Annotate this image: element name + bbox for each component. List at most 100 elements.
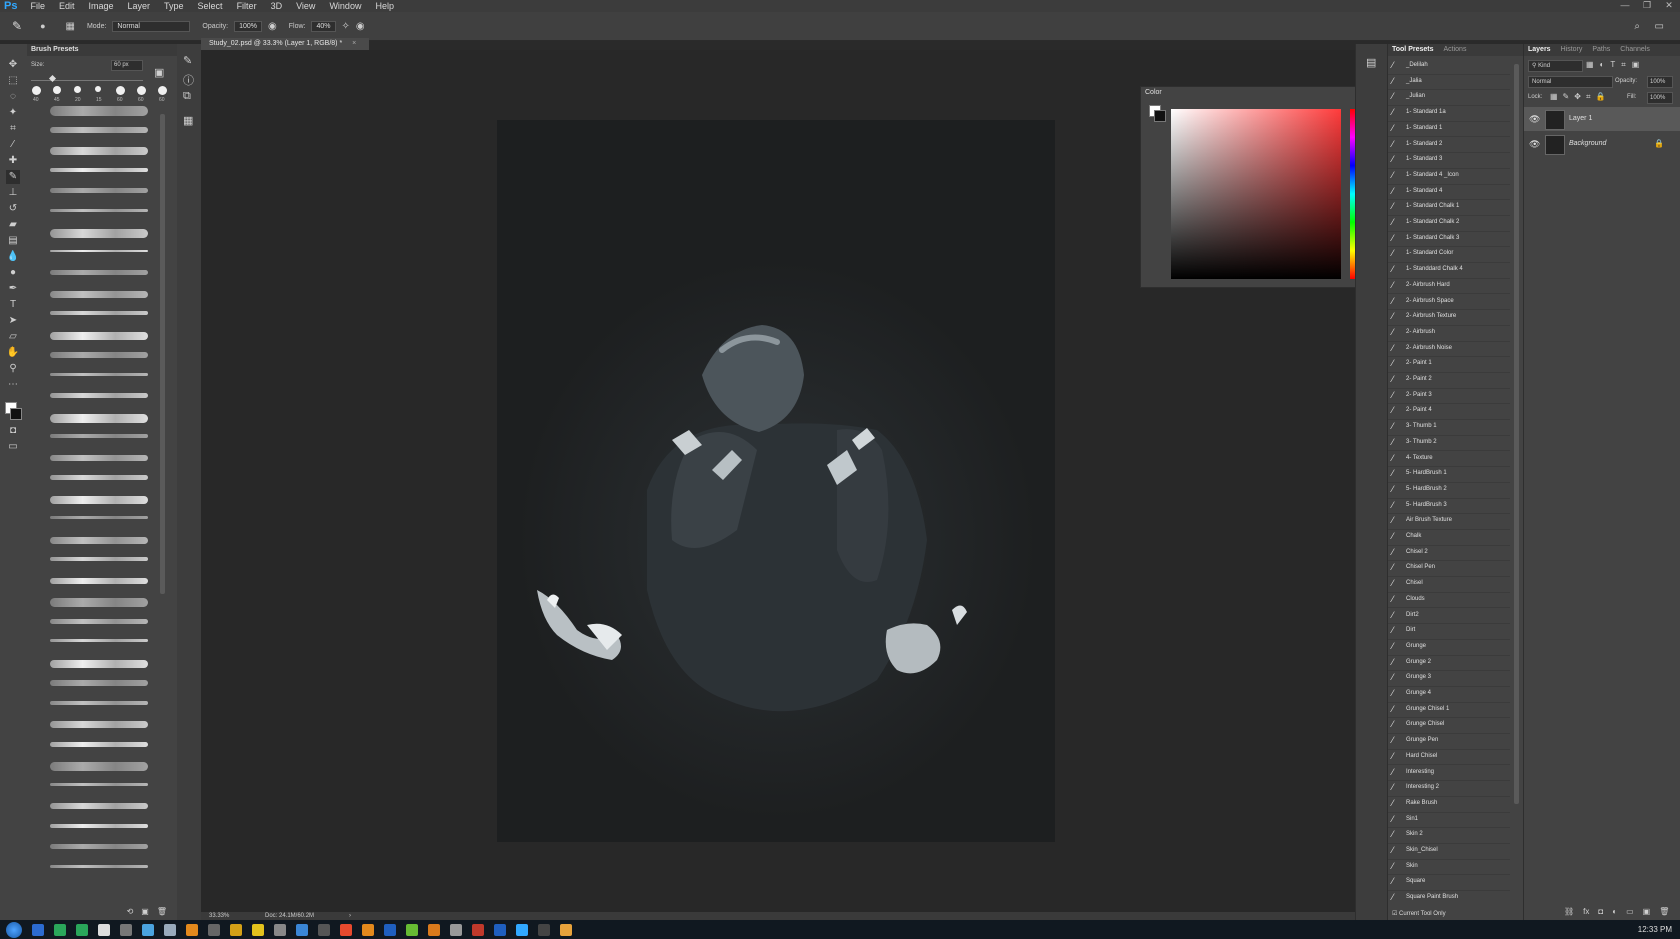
tool-preset-item[interactable]: ⁄ Grunge Pen <box>1388 733 1510 750</box>
taskbar-app-icon[interactable] <box>406 923 418 936</box>
brush-preset-stroke[interactable] <box>50 475 148 480</box>
tool-preset-item[interactable]: ⁄ 2- Airbrush Space <box>1388 294 1510 311</box>
workspace-icon[interactable]: ▭ <box>1655 21 1664 32</box>
brush-tool-icon[interactable]: ✎ <box>6 170 20 184</box>
tool-preset-item[interactable]: ⁄ Skin 2 <box>1388 827 1510 844</box>
status-arrow-icon[interactable]: › <box>349 912 351 920</box>
tool-preset-item[interactable]: ⁄ 2- Paint 3 <box>1388 388 1510 405</box>
tool-preset-item[interactable]: ⁄ Grunge <box>1388 639 1510 656</box>
tool-preset-item[interactable]: ⁄ Chisel 2 <box>1388 545 1510 562</box>
type-tool-icon[interactable]: T <box>6 298 20 312</box>
path-selection-tool-icon[interactable]: ➤ <box>6 314 20 328</box>
brush-tip-2[interactable] <box>74 86 81 93</box>
menu-type[interactable]: Type <box>157 1 191 11</box>
taskbar-app-icon[interactable] <box>384 923 396 936</box>
size-slider-track[interactable] <box>31 80 143 81</box>
taskbar-app-icon[interactable] <box>164 923 176 936</box>
tool-preset-item[interactable]: ⁄ Clouds <box>1388 592 1510 609</box>
layer-filter-icons[interactable]: ▦◐T⌗▣ <box>1586 60 1645 70</box>
delete-layer-icon[interactable]: 🗑 <box>1659 907 1669 916</box>
taskbar-app-icon[interactable] <box>54 923 66 936</box>
flow-input[interactable]: 40% <box>311 20 336 32</box>
start-button-icon[interactable] <box>6 921 22 938</box>
tool-preset-item[interactable]: ⁄ 1- Standard Chalk 1 <box>1388 199 1510 216</box>
menu-image[interactable]: Image <box>82 1 121 11</box>
clone-source-icon[interactable]: ⧉ <box>183 90 191 103</box>
tool-preset-item[interactable]: ⁄ Interesting <box>1388 765 1510 782</box>
tool-preset-item[interactable]: ⁄ _Jalia <box>1388 74 1510 91</box>
brush-preset-stroke[interactable] <box>50 762 148 771</box>
brush-preset-stroke[interactable] <box>50 270 148 275</box>
toggle-expanded-view-icon[interactable]: ⟲ <box>127 907 134 916</box>
brush-preset-stroke[interactable] <box>50 167 148 172</box>
blur-tool-icon[interactable]: 💧 <box>6 250 20 264</box>
brush-preset-stroke[interactable] <box>50 618 148 624</box>
layer-row-layer-1[interactable]: 👁 Layer 1 <box>1524 107 1680 131</box>
tool-preset-item[interactable]: ⁄ Grunge 3 <box>1388 670 1510 687</box>
restore-icon[interactable]: ❐ <box>1636 0 1658 11</box>
taskbar-app-icon[interactable] <box>32 923 44 936</box>
brush-tip-1[interactable] <box>53 86 61 94</box>
blend-mode-select[interactable]: Normal <box>1528 76 1613 88</box>
brush-preset-stroke[interactable] <box>50 577 148 584</box>
info-icon[interactable]: ⓘ <box>183 72 194 88</box>
link-layers-icon[interactable]: ⛓ <box>1564 907 1574 916</box>
taskbar-app-icon[interactable] <box>538 923 550 936</box>
menu-help[interactable]: Help <box>368 1 401 11</box>
tool-preset-item[interactable]: ⁄ 1- Standard 2 <box>1388 137 1510 154</box>
tool-preset-item[interactable]: ⁄ Grunge Chisel 1 <box>1388 702 1510 719</box>
brush-preset-stroke[interactable] <box>50 352 148 358</box>
eyedropper-tool-icon[interactable]: ⁄ <box>6 138 20 152</box>
tool-preset-item[interactable]: ⁄ 2- Paint 2 <box>1388 372 1510 389</box>
taskbar-app-icon[interactable] <box>318 923 330 936</box>
visibility-eye-icon[interactable]: 👁 <box>1529 132 1540 156</box>
tool-preset-item[interactable]: ⁄ Grunge Chisel <box>1388 717 1510 735</box>
brush-preset-stroke[interactable] <box>50 803 148 809</box>
menu-layer[interactable]: Layer <box>121 1 158 11</box>
filter-kind-select[interactable]: ⚲ Kind <box>1528 60 1583 72</box>
brush-picker-icon[interactable]: ● <box>40 21 45 31</box>
zoom-level[interactable]: 33.33% <box>209 912 229 920</box>
tool-preset-item[interactable]: ⁄ 5- HardBrush 2 <box>1388 482 1510 499</box>
taskbar-app-icon[interactable] <box>142 923 154 936</box>
current-tool-only-checkbox[interactable]: ☑ Current Tool Only <box>1392 910 1446 917</box>
taskbar-app-icon[interactable] <box>340 923 352 936</box>
tool-preset-item[interactable]: ⁄ 1- Standard 3 <box>1388 152 1510 169</box>
brush-preset-stroke[interactable] <box>50 844 148 849</box>
tab-tool-presets[interactable]: Tool Presets <box>1392 44 1434 56</box>
crop-tool-icon[interactable]: ⌗ <box>6 122 20 136</box>
menu-edit[interactable]: Edit <box>52 1 82 11</box>
brush-preset-stroke[interactable] <box>50 393 148 398</box>
brush-panel-toggle-icon[interactable]: ▦ <box>66 21 75 32</box>
brush-preset-stroke[interactable] <box>50 311 148 315</box>
brush-preset-stroke[interactable] <box>50 372 148 376</box>
lasso-tool-icon[interactable]: ◌ <box>6 90 20 104</box>
tool-preset-item[interactable]: ⁄ Dirt <box>1388 623 1510 640</box>
taskbar-app-icon[interactable] <box>296 923 308 936</box>
new-brush-icon[interactable]: ▣ <box>141 907 149 916</box>
tool-preset-item[interactable]: ⁄ 2- Paint 1 <box>1388 356 1510 373</box>
close-icon[interactable]: ✕ <box>1658 0 1680 11</box>
brush-preset-stroke[interactable] <box>50 659 148 668</box>
brush-preset-stroke[interactable] <box>50 741 148 747</box>
history-brush-tool-icon[interactable]: ↺ <box>6 202 20 216</box>
tool-preset-item[interactable]: ⁄ Skin_Chisel <box>1388 843 1510 860</box>
taskbar-photoshop-icon[interactable] <box>516 923 528 936</box>
move-tool-icon[interactable]: ✥ <box>6 58 20 72</box>
taskbar-app-icon[interactable] <box>120 923 132 936</box>
taskbar-app-icon[interactable] <box>76 923 88 936</box>
fx-icon[interactable]: fx <box>1583 907 1589 916</box>
tool-preset-item[interactable]: ⁄ 2- Airbrush Texture <box>1388 309 1510 326</box>
tool-preset-item[interactable]: ⁄ Chisel Pen <box>1388 560 1510 578</box>
tab-layers[interactable]: Layers <box>1528 44 1551 56</box>
brush-tip-6[interactable] <box>158 86 167 95</box>
brush-preset-stroke[interactable] <box>50 188 148 193</box>
tool-preset-item[interactable]: ⁄ 1- Standard 4 _Icon <box>1388 168 1510 185</box>
tool-preset-item[interactable]: ⁄ 1- Standard 1a <box>1388 105 1510 122</box>
fill-input[interactable]: 100% <box>1647 92 1673 104</box>
taskbar-app-icon[interactable] <box>186 923 198 936</box>
zoom-tool-icon[interactable]: ⚲ <box>6 362 20 376</box>
healing-tool-icon[interactable]: ✚ <box>6 154 20 168</box>
brush-panel-icon[interactable]: ✎ <box>183 54 192 67</box>
presets-scrollbar[interactable] <box>1514 64 1519 804</box>
